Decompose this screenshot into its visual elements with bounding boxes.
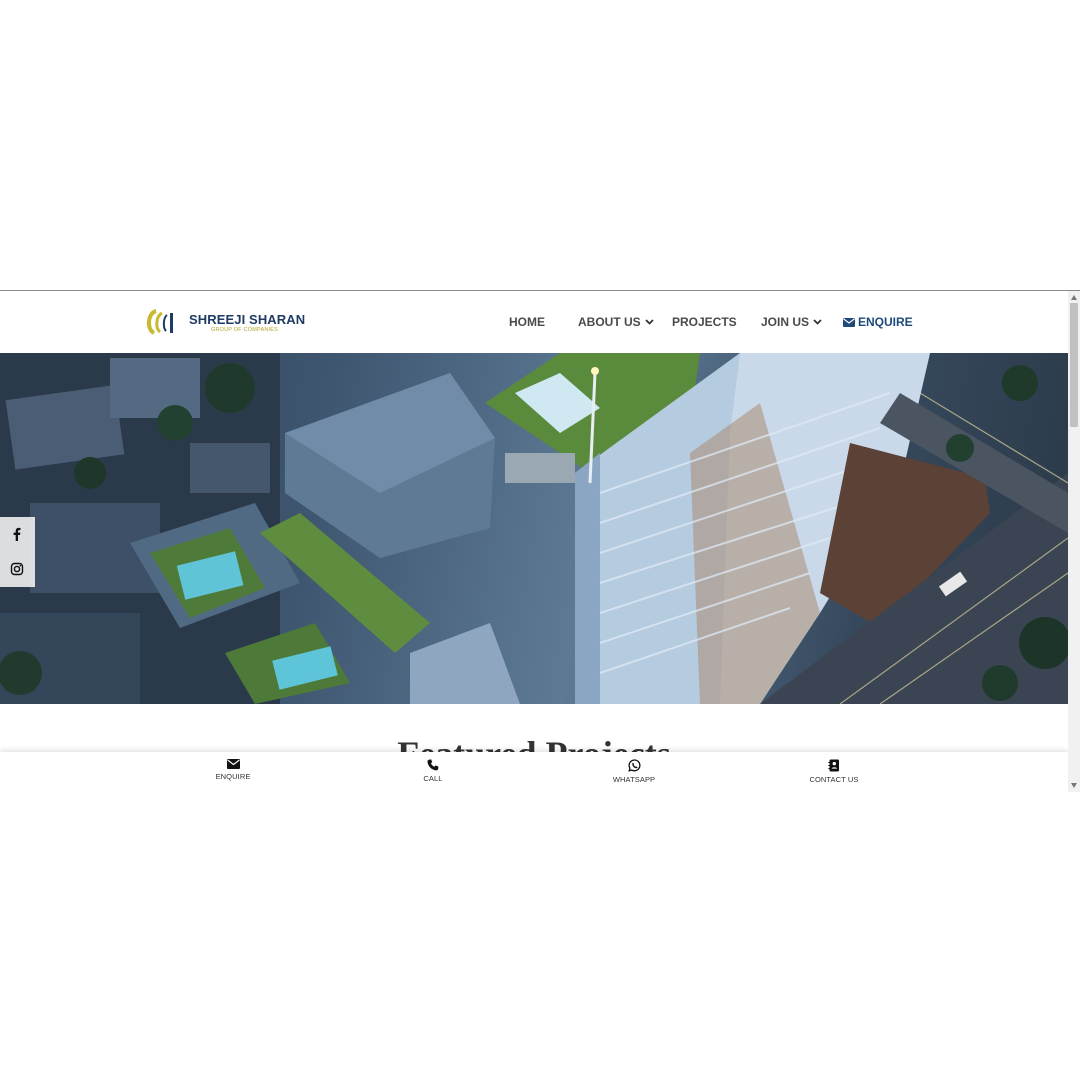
- bottom-contact-label: CONTACT US: [809, 775, 859, 784]
- bottom-call-label: CALL: [423, 774, 443, 783]
- phone-icon: [427, 759, 439, 771]
- chevron-down-icon: [645, 319, 654, 325]
- bottom-contact-button[interactable]: CONTACT US: [784, 759, 884, 784]
- whatsapp-icon: [627, 759, 641, 772]
- bottom-enquire-button[interactable]: ENQUIRE: [183, 759, 283, 781]
- envelope-icon: [226, 759, 240, 769]
- scroll-down-arrow-icon[interactable]: [1071, 783, 1077, 788]
- nav-enquire-label: ENQUIRE: [858, 315, 913, 329]
- bottom-action-bar: ENQUIRE CALL WHATSAPP CONTACT US: [0, 752, 1068, 792]
- hero-building-illustration: [0, 353, 1068, 704]
- nav-home[interactable]: HOME: [509, 315, 545, 329]
- nav-join-us[interactable]: JOIN US: [761, 315, 822, 329]
- site-header: SHREEJI SHARAN GROUP OF COMPANIES HOME A…: [0, 291, 1068, 353]
- browser-viewport: SHREEJI SHARAN GROUP OF COMPANIES HOME A…: [0, 290, 1080, 792]
- bottom-enquire-label: ENQUIRE: [215, 772, 251, 781]
- nav-about-us[interactable]: ABOUT US: [578, 315, 654, 329]
- nav-enquire[interactable]: ENQUIRE: [843, 315, 913, 329]
- nav-join-us-label: JOIN US: [761, 315, 810, 329]
- social-sidebar: [0, 517, 35, 587]
- facebook-icon[interactable]: [10, 527, 24, 541]
- main-nav: HOME ABOUT US PROJECTS JOIN US ENQUIRE: [0, 291, 1068, 353]
- bottom-whatsapp-label: WHATSAPP: [612, 775, 656, 784]
- chevron-down-icon: [813, 319, 822, 325]
- instagram-icon[interactable]: [10, 562, 24, 576]
- bottom-whatsapp-button[interactable]: WHATSAPP: [584, 759, 684, 784]
- bottom-call-button[interactable]: CALL: [383, 759, 483, 783]
- nav-about-us-label: ABOUT US: [578, 315, 641, 329]
- scroll-up-arrow-icon[interactable]: [1071, 295, 1077, 300]
- nav-projects[interactable]: PROJECTS: [672, 315, 737, 329]
- contact-book-icon: [828, 759, 839, 772]
- page-scrollbar[interactable]: [1068, 291, 1080, 792]
- hero-image: [0, 353, 1068, 704]
- envelope-icon: [843, 318, 855, 327]
- scroll-thumb[interactable]: [1070, 303, 1078, 427]
